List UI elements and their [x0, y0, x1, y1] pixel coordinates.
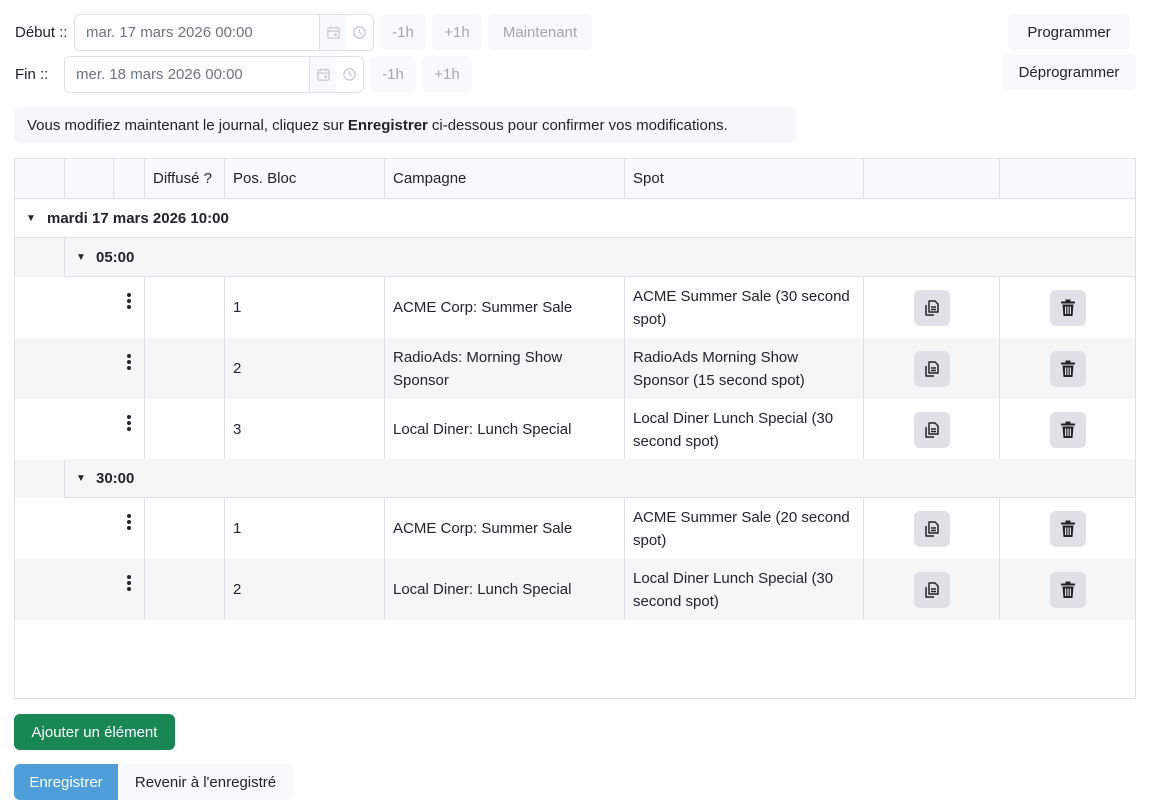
unschedule-button[interactable]: Déprogrammer: [1002, 54, 1136, 90]
header-spot[interactable]: Spot: [625, 159, 864, 198]
notice-text-bold: Enregistrer: [347, 116, 428, 134]
start-label: Début ::: [15, 24, 68, 41]
delete-cell: [1000, 338, 1135, 399]
copy-icon[interactable]: [913, 411, 950, 448]
revert-button[interactable]: Revenir à l'enregistré: [118, 764, 293, 800]
duplicate-cell: [864, 338, 1000, 399]
duplicate-cell: [864, 559, 1000, 620]
trash-icon[interactable]: [1049, 411, 1086, 448]
edit-notice: Vous modifiez maintenant le journal, cli…: [14, 107, 796, 143]
campaign-cell: Local Diner: Lunch Special: [385, 399, 625, 460]
pos-cell: 1: [225, 498, 385, 559]
table-row[interactable]: 2 Local Diner: Lunch Special Local Diner…: [15, 559, 1135, 620]
header-campaign[interactable]: Campagne: [385, 159, 625, 198]
aired-cell[interactable]: [145, 277, 225, 338]
calendar-icon[interactable]: [319, 15, 346, 50]
spot-cell: RadioAds Morning Show Sponsor (15 second…: [625, 338, 864, 399]
schedule-grid: Diffusé ? Pos. Bloc Campagne Spot ▼ mard…: [14, 158, 1136, 699]
end-datetime-field[interactable]: mer. 18 mars 2026 00:00: [64, 56, 364, 93]
clock-icon[interactable]: [346, 15, 373, 50]
copy-icon[interactable]: [913, 350, 950, 387]
trash-icon[interactable]: [1049, 510, 1086, 547]
schedule-button[interactable]: Programmer: [1008, 14, 1130, 50]
trash-icon[interactable]: [1049, 289, 1086, 326]
delete-cell: [1000, 399, 1135, 460]
end-minus-hour-button[interactable]: -1h: [370, 56, 416, 92]
kebab-menu-icon[interactable]: [114, 559, 145, 620]
delete-cell: [1000, 498, 1135, 559]
aired-cell[interactable]: [145, 559, 225, 620]
copy-icon[interactable]: [913, 289, 950, 326]
spot-cell: ACME Summer Sale (30 second spot): [625, 277, 864, 338]
header-aired[interactable]: Diffusé ?: [145, 159, 225, 198]
start-plus-hour-button[interactable]: +1h: [432, 14, 482, 50]
campaign-cell: Local Diner: Lunch Special: [385, 559, 625, 620]
header-subgroup-col: [65, 159, 114, 198]
pos-cell: 2: [225, 559, 385, 620]
campaign-cell: ACME Corp: Summer Sale: [385, 498, 625, 559]
duplicate-cell: [864, 399, 1000, 460]
kebab-menu-icon[interactable]: [114, 498, 145, 559]
header-pos[interactable]: Pos. Bloc: [225, 159, 385, 198]
table-row[interactable]: 3 Local Diner: Lunch Special Local Diner…: [15, 399, 1135, 460]
header-delete-col: [1000, 159, 1135, 198]
now-button[interactable]: Maintenant: [488, 14, 592, 50]
aired-cell[interactable]: [145, 399, 225, 460]
spot-cell: Local Diner Lunch Special (30 second spo…: [625, 559, 864, 620]
end-plus-hour-button[interactable]: +1h: [422, 56, 472, 92]
kebab-menu-icon[interactable]: [114, 277, 145, 338]
caret-down-icon[interactable]: ▼: [21, 213, 41, 224]
start-datetime-field[interactable]: mar. 17 mars 2026 00:00: [74, 14, 374, 51]
header-group-col: [15, 159, 65, 198]
end-datetime-value: mer. 18 mars 2026 00:00: [76, 66, 243, 83]
duplicate-cell: [864, 498, 1000, 559]
add-item-button[interactable]: Ajouter un élément: [14, 714, 175, 750]
start-minus-hour-button[interactable]: -1h: [380, 14, 426, 50]
duplicate-cell: [864, 277, 1000, 338]
spot-cell: Local Diner Lunch Special (30 second spo…: [625, 399, 864, 460]
end-label: Fin ::: [15, 66, 49, 83]
aired-cell[interactable]: [145, 498, 225, 559]
spot-cell: ACME Summer Sale (20 second spot): [625, 498, 864, 559]
copy-icon[interactable]: [913, 571, 950, 608]
pos-cell: 1: [225, 277, 385, 338]
trash-icon[interactable]: [1049, 350, 1086, 387]
clock-icon[interactable]: [336, 57, 363, 92]
trash-icon[interactable]: [1049, 571, 1086, 608]
day-group-label: mardi 17 mars 2026 10:00: [47, 209, 229, 227]
campaign-cell: ACME Corp: Summer Sale: [385, 277, 625, 338]
caret-down-icon[interactable]: ▼: [71, 473, 91, 484]
calendar-icon[interactable]: [309, 57, 336, 92]
save-button[interactable]: Enregistrer: [14, 764, 118, 800]
pos-cell: 2: [225, 338, 385, 399]
header-duplicate-col: [864, 159, 1000, 198]
kebab-menu-icon[interactable]: [114, 399, 145, 460]
aired-cell[interactable]: [145, 338, 225, 399]
time-group-row[interactable]: ▼ 30:00: [65, 459, 1135, 498]
grid-header: Diffusé ? Pos. Bloc Campagne Spot: [15, 159, 1135, 199]
start-datetime-value: mar. 17 mars 2026 00:00: [86, 24, 253, 41]
pos-cell: 3: [225, 399, 385, 460]
header-menu-col: [114, 159, 145, 198]
table-row[interactable]: 1 ACME Corp: Summer Sale ACME Summer Sal…: [15, 498, 1135, 559]
table-row[interactable]: 1 ACME Corp: Summer Sale ACME Summer Sal…: [15, 277, 1135, 338]
delete-cell: [1000, 277, 1135, 338]
table-row[interactable]: 2 RadioAds: Morning Show Sponsor RadioAd…: [15, 338, 1135, 399]
campaign-cell: RadioAds: Morning Show Sponsor: [385, 338, 625, 399]
copy-icon[interactable]: [913, 510, 950, 547]
kebab-menu-icon[interactable]: [114, 338, 145, 399]
time-group-label: 05:00: [96, 248, 135, 266]
caret-down-icon[interactable]: ▼: [71, 252, 91, 263]
delete-cell: [1000, 559, 1135, 620]
time-group-label: 30:00: [96, 469, 135, 487]
day-group-row[interactable]: ▼ mardi 17 mars 2026 10:00: [15, 199, 1135, 238]
notice-text-after: ci-dessous pour confirmer vos modificati…: [431, 116, 728, 134]
notice-text-before: Vous modifiez maintenant le journal, cli…: [27, 116, 344, 134]
time-group-row[interactable]: ▼ 05:00: [65, 238, 1135, 277]
